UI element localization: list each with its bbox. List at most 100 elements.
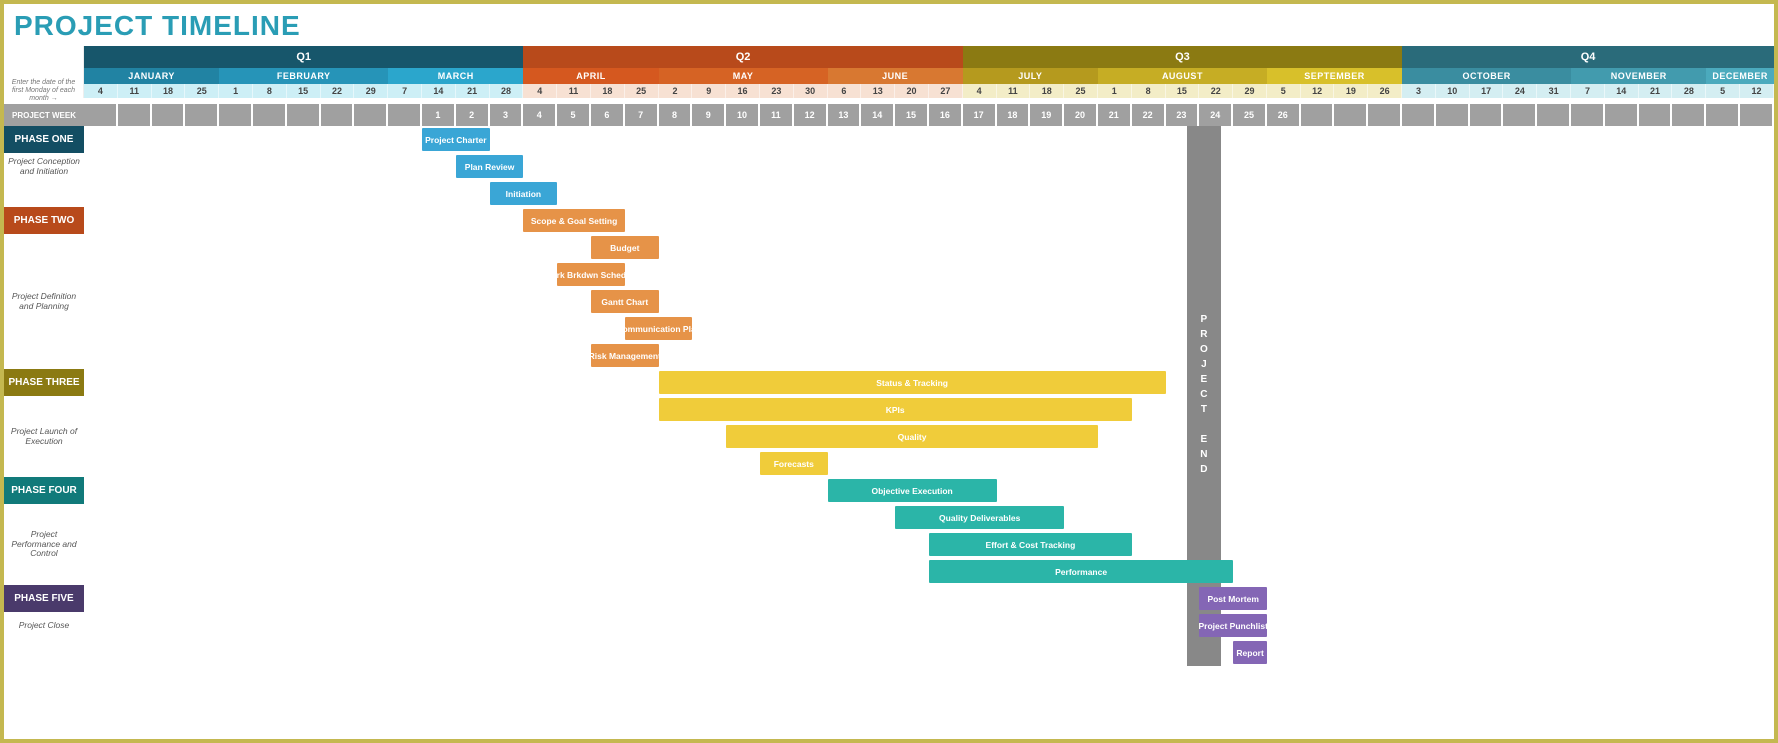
month-header: JANUARY xyxy=(84,68,219,84)
gantt-bar[interactable]: Work Brkdwn Schedule xyxy=(557,263,625,286)
phase-desc: Project Launch of Execution xyxy=(4,423,84,450)
gantt-bar[interactable]: Forecasts xyxy=(760,452,828,475)
day-header[interactable]: 12 xyxy=(1740,84,1774,98)
track: Communication Plan xyxy=(84,315,1774,342)
timeline-grid: Q1Q2Q3Q4JANUARYFEBRUARYMARCHAPRILMAYJUNE… xyxy=(4,46,1774,666)
gantt-bar[interactable]: Effort & Cost Tracking xyxy=(929,533,1132,556)
day-header[interactable]: 1 xyxy=(219,84,253,98)
day-header[interactable]: 24 xyxy=(1503,84,1537,98)
gantt-bar[interactable]: Post Mortem xyxy=(1199,587,1267,610)
gantt-bar[interactable]: Budget xyxy=(591,236,659,259)
day-header[interactable]: 18 xyxy=(1030,84,1064,98)
gantt-bar[interactable]: Project Charter xyxy=(422,128,490,151)
gantt-bar[interactable]: Quality Deliverables xyxy=(895,506,1064,529)
gantt-bar[interactable]: Gantt Chart xyxy=(591,290,659,313)
day-header[interactable]: 10 xyxy=(1436,84,1470,98)
gantt-body: PROJECT ENDPHASE ONEProject CharterProje… xyxy=(4,126,1774,666)
day-header[interactable]: 7 xyxy=(1571,84,1605,98)
gantt-bar[interactable]: Project Punchlist xyxy=(1199,614,1267,637)
day-header[interactable]: 8 xyxy=(253,84,287,98)
project-week-cell xyxy=(388,104,422,126)
day-header[interactable]: 18 xyxy=(591,84,625,98)
day-header[interactable]: 25 xyxy=(625,84,659,98)
day-header[interactable]: 13 xyxy=(861,84,895,98)
project-week-cell: 6 xyxy=(591,104,625,126)
day-header[interactable]: 22 xyxy=(1199,84,1233,98)
gantt-bar[interactable]: Plan Review xyxy=(456,155,524,178)
day-header[interactable]: 5 xyxy=(1706,84,1740,98)
day-header[interactable]: 11 xyxy=(118,84,152,98)
day-header[interactable]: 31 xyxy=(1537,84,1571,98)
project-week-cell: 11 xyxy=(760,104,794,126)
track: Quality Deliverables xyxy=(84,504,1774,531)
track: Scope & Goal Setting xyxy=(84,207,1774,234)
day-header[interactable]: 20 xyxy=(895,84,929,98)
day-header[interactable]: 1 xyxy=(1098,84,1132,98)
phase-header: PHASE THREE xyxy=(4,369,84,396)
day-header[interactable]: 7 xyxy=(388,84,422,98)
gantt-bar[interactable]: Objective Execution xyxy=(828,479,997,502)
day-header[interactable]: 2 xyxy=(659,84,693,98)
gantt-bar[interactable]: Quality xyxy=(726,425,1098,448)
day-header[interactable]: 18 xyxy=(152,84,186,98)
project-week-cell: 17 xyxy=(963,104,997,126)
day-header[interactable]: 29 xyxy=(354,84,388,98)
phase-desc xyxy=(4,450,84,477)
day-header[interactable]: 15 xyxy=(287,84,321,98)
day-header[interactable]: 28 xyxy=(490,84,524,98)
project-week-cell xyxy=(84,104,118,126)
track: Effort & Cost Tracking xyxy=(84,531,1774,558)
day-header[interactable]: 3 xyxy=(1402,84,1436,98)
gantt-bar[interactable]: Performance xyxy=(929,560,1233,583)
day-header[interactable]: 26 xyxy=(1368,84,1402,98)
track: Quality xyxy=(84,423,1774,450)
day-header[interactable]: 16 xyxy=(726,84,760,98)
day-header[interactable]: 19 xyxy=(1334,84,1368,98)
gantt-bar[interactable]: Initiation xyxy=(490,182,558,205)
project-week-cell xyxy=(1402,104,1436,126)
day-header[interactable]: 11 xyxy=(997,84,1031,98)
phase-desc xyxy=(4,396,84,423)
day-header[interactable]: 25 xyxy=(1064,84,1098,98)
gantt-bar[interactable]: KPIs xyxy=(659,398,1132,421)
day-header[interactable]: 30 xyxy=(794,84,828,98)
month-header: MARCH xyxy=(388,68,523,84)
phase-desc xyxy=(4,261,84,288)
project-week-cell xyxy=(1436,104,1470,126)
project-week-cell: 12 xyxy=(794,104,828,126)
day-header[interactable]: 27 xyxy=(929,84,963,98)
day-header[interactable]: 25 xyxy=(185,84,219,98)
app-frame: PROJECT TIMELINE Q1Q2Q3Q4JANUARYFEBRUARY… xyxy=(0,0,1778,743)
day-header[interactable]: 4 xyxy=(523,84,557,98)
day-header[interactable]: 5 xyxy=(1267,84,1301,98)
gantt-bar[interactable]: Report xyxy=(1233,641,1267,664)
day-header[interactable]: 6 xyxy=(828,84,862,98)
gantt-bar[interactable]: Status & Tracking xyxy=(659,371,1166,394)
day-header[interactable]: 21 xyxy=(1639,84,1673,98)
quarter-header: Q3 xyxy=(963,46,1402,68)
day-header[interactable]: 9 xyxy=(692,84,726,98)
day-header[interactable]: 14 xyxy=(422,84,456,98)
day-header[interactable]: 8 xyxy=(1132,84,1166,98)
month-header: SEPTEMBER xyxy=(1267,68,1402,84)
day-header[interactable]: 4 xyxy=(963,84,997,98)
phase-desc xyxy=(4,558,84,585)
project-week-cell: 10 xyxy=(726,104,760,126)
day-header[interactable]: 23 xyxy=(760,84,794,98)
day-header[interactable]: 11 xyxy=(557,84,591,98)
day-header[interactable]: 14 xyxy=(1605,84,1639,98)
day-header[interactable]: 12 xyxy=(1301,84,1335,98)
gantt-bar[interactable]: Risk Management xyxy=(591,344,659,367)
day-header[interactable]: 28 xyxy=(1672,84,1706,98)
track: Work Brkdwn Schedule xyxy=(84,261,1774,288)
gantt-bar[interactable]: Communication Plan xyxy=(625,317,693,340)
day-header[interactable]: 29 xyxy=(1233,84,1267,98)
day-header[interactable]: 21 xyxy=(456,84,490,98)
gantt-bar[interactable]: Scope & Goal Setting xyxy=(523,209,624,232)
day-header[interactable]: 4 xyxy=(84,84,118,98)
day-header[interactable]: 22 xyxy=(321,84,355,98)
day-header[interactable]: 17 xyxy=(1470,84,1504,98)
phase-desc: Project Definition and Planning xyxy=(4,288,84,315)
project-week-cell xyxy=(118,104,152,126)
day-header[interactable]: 15 xyxy=(1166,84,1200,98)
